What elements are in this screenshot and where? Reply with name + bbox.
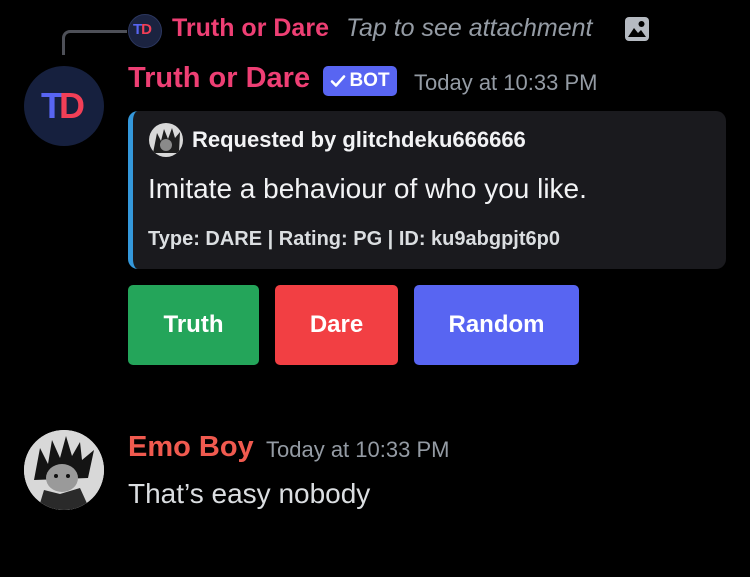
td-logo-icon: TD	[133, 21, 152, 38]
random-button[interactable]: Random	[414, 285, 579, 365]
message-timestamp[interactable]: Today at 10:33 PM	[414, 70, 597, 96]
bot-author-name[interactable]: Truth or Dare	[128, 62, 310, 95]
reply-author-name[interactable]: Truth or Dare	[172, 14, 329, 43]
reply-avatar[interactable]: TD	[128, 14, 162, 48]
embed-card: Requested by glitchdeku666666 Imitate a …	[128, 111, 726, 269]
bot-badge: BOT	[323, 66, 397, 96]
bot-badge-label: BOT	[349, 70, 390, 91]
message-timestamp[interactable]: Today at 10:33 PM	[266, 437, 449, 463]
message-content: That’s easy nobody	[128, 478, 371, 509]
embed-description: Imitate a behaviour of who you like.	[148, 173, 587, 204]
td-logo-icon: TD	[41, 85, 85, 126]
reply-preview-text[interactable]: Tap to see attachment	[346, 14, 592, 43]
truth-button[interactable]: Truth	[128, 285, 259, 365]
user-avatar[interactable]	[24, 430, 104, 510]
dare-button[interactable]: Dare	[275, 285, 398, 365]
embed-footer: Type: DARE | Rating: PG | ID: ku9abgpjt6…	[148, 228, 560, 250]
user-author-name[interactable]: Emo Boy	[128, 431, 254, 464]
embed-author-name: Requested by glitchdeku666666	[192, 127, 526, 152]
embed-author-avatar	[149, 123, 183, 157]
verified-check-icon	[331, 75, 346, 87]
bot-avatar[interactable]: TD	[24, 66, 104, 146]
image-icon[interactable]	[624, 16, 650, 42]
reply-connector-line	[62, 30, 127, 55]
